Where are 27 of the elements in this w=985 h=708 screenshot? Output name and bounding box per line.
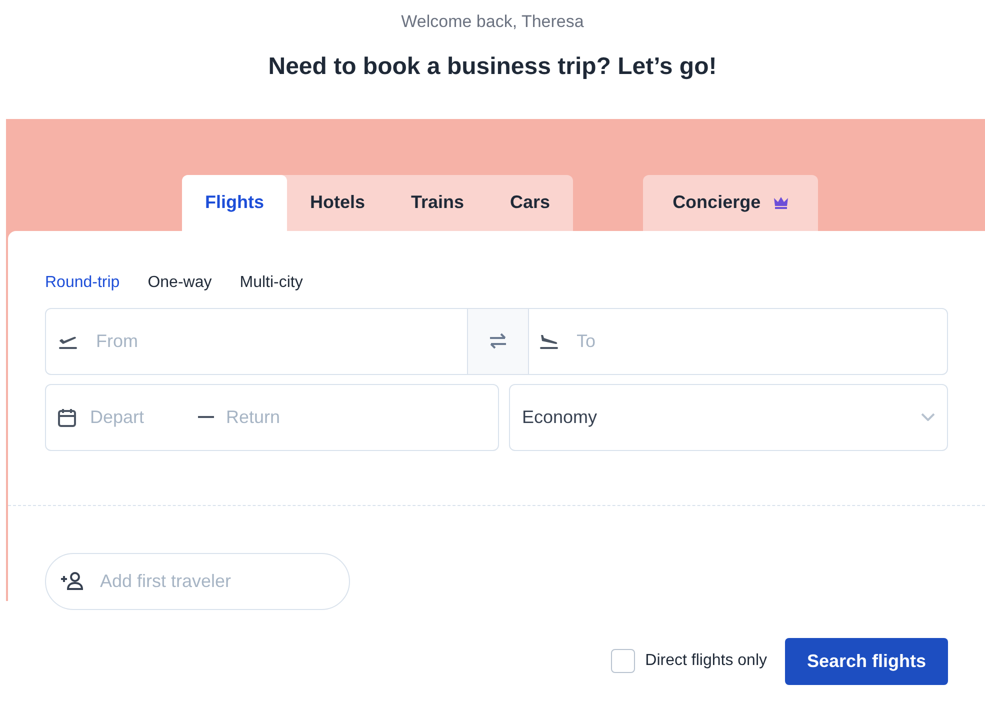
chevron-icon [921, 413, 935, 421]
trip-type-option[interactable]: Multi-city [240, 270, 303, 294]
crown-icon [772, 196, 789, 208]
depart-field[interactable]: Depart [90, 404, 190, 430]
trip-type-option[interactable]: Round-trip [45, 270, 120, 294]
tab[interactable]: Cars [487, 174, 574, 230]
traveler-field[interactable]: Add first traveler [45, 552, 350, 610]
to-field[interactable]: To [576, 328, 947, 354]
tab[interactable]: Concierge [643, 174, 818, 230]
direct-flights-checkbox[interactable] [611, 649, 636, 673]
swap-icon [488, 332, 508, 350]
welcome-text: Welcome back, Theresa [401, 11, 584, 33]
direct-flights-label: Direct flights only [645, 651, 767, 671]
landing-icon [538, 333, 558, 349]
swap-button[interactable] [466, 308, 528, 374]
search-flights-button[interactable]: Search flights [785, 638, 948, 684]
cabin-select[interactable]: Economy [509, 384, 948, 450]
tab[interactable]: Hotels [287, 174, 388, 230]
from-field[interactable]: From [96, 328, 466, 354]
tab[interactable]: Flights [182, 174, 287, 230]
dash-icon [198, 416, 214, 418]
page-title: Need to book a business trip? Let’s go! [268, 52, 717, 82]
return-field[interactable]: Return [226, 404, 376, 430]
tab[interactable]: Trains [388, 174, 488, 230]
trip-type-option[interactable]: One-way [148, 270, 212, 294]
calendar-icon [58, 408, 76, 426]
add-person-icon [60, 572, 84, 590]
